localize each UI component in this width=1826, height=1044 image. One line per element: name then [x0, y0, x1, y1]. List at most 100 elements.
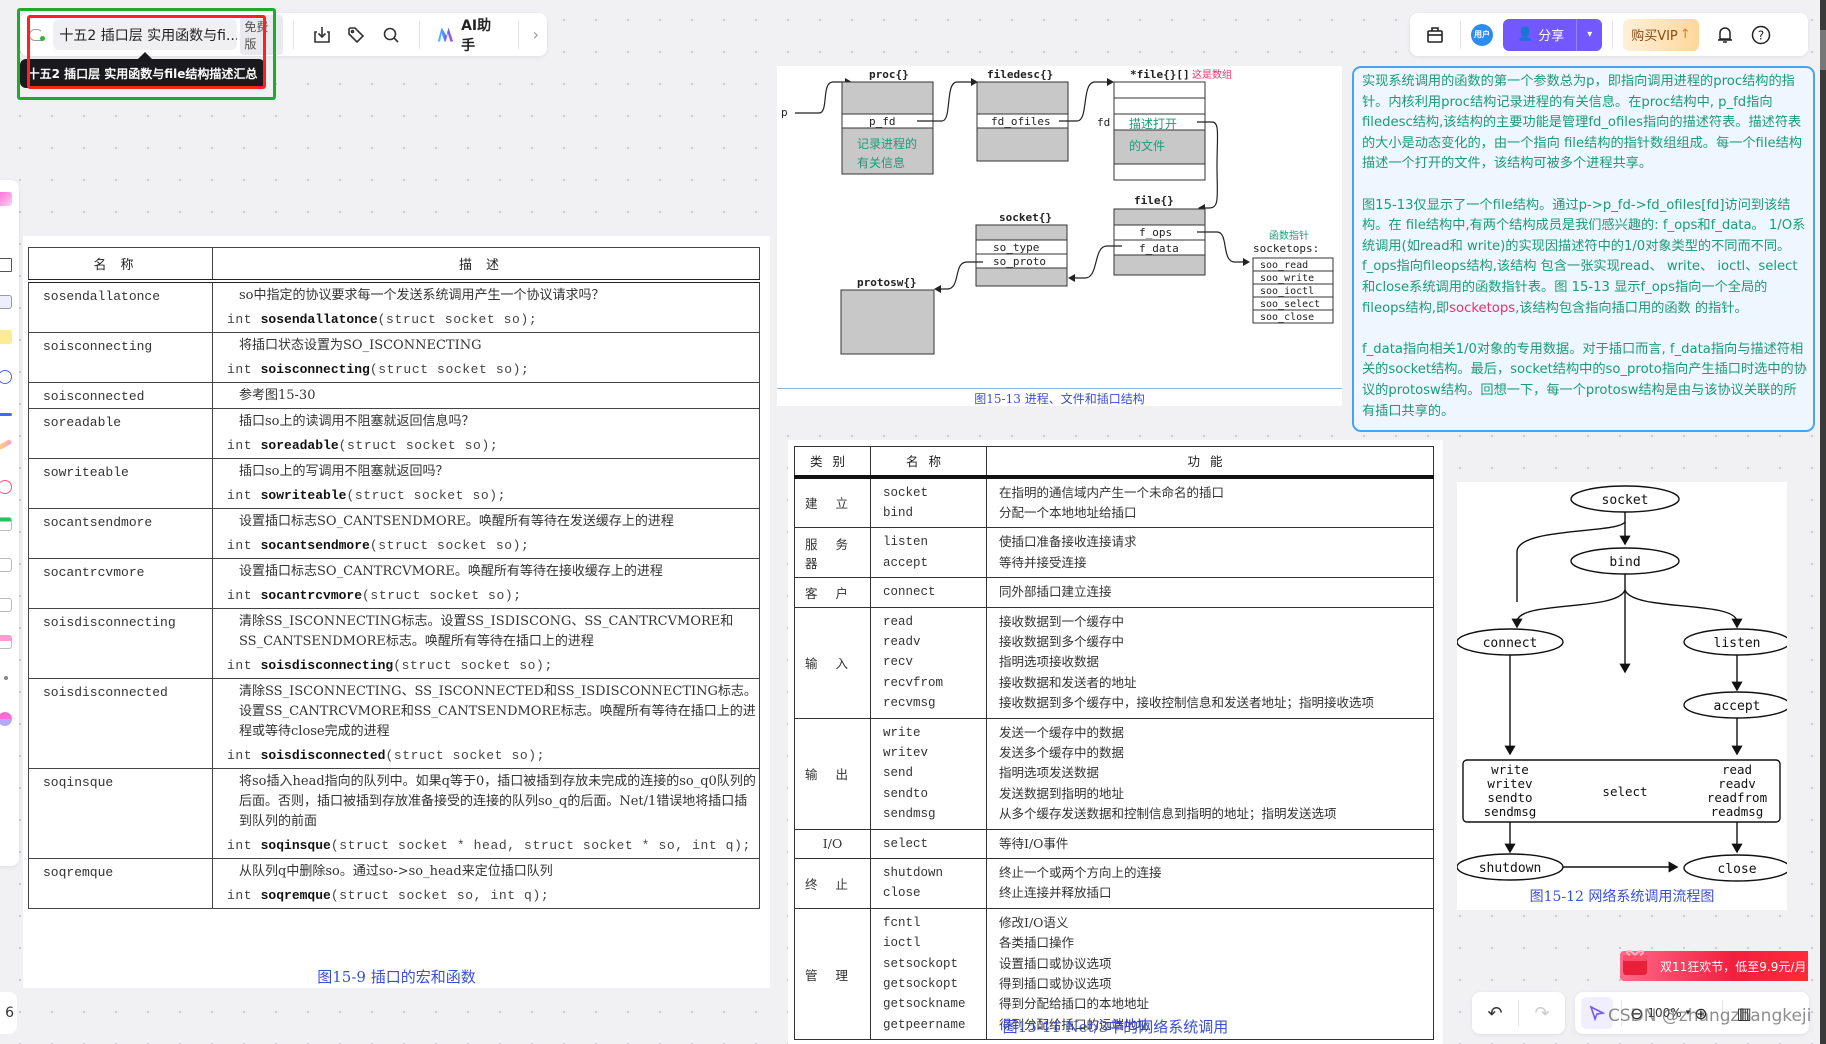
table-row: soisdisconnecting 清除SS_ISCONNECTING标志。设置S…: [28, 607, 760, 679]
watermark: CSDN @zhangzhangkeji: [1608, 1006, 1812, 1026]
category-cell: 输出: [794, 717, 871, 830]
note-paragraph-1: 实现系统调用的函数的第一个参数总为p，即指向调用进程的proc结构的指针。内核利…: [1362, 74, 1802, 172]
undo-icon[interactable]: ↶: [1472, 992, 1518, 1034]
table-row: sowriteable 插口so上的写调用不阻塞就返回吗？ int sowritea…: [28, 457, 760, 509]
table-row: soisconnecting 将插口状态设置为SO_ISCONNECTING int…: [28, 331, 760, 383]
search-icon[interactable]: [374, 17, 409, 53]
syscall-function: 接收数据到一个缓存中: [999, 613, 1125, 629]
node-listen: listen: [1714, 636, 1761, 651]
function-description: 插口so上的写调用不阻塞就返回吗？ int sowriteable(struct …: [212, 457, 760, 509]
table-row: socantrcvmore 设置插口标志SO_CANTRCVMORE。唤醒所有等待…: [28, 557, 760, 609]
help-icon[interactable]: ?: [1743, 17, 1779, 53]
proc-note-line2: 有关信息: [857, 155, 905, 170]
syscall-name: accept: [883, 555, 929, 570]
caption-15-9: 图15-9 插口的宏和函数: [317, 968, 476, 986]
col-header-function: 功能: [986, 446, 1434, 479]
table-row: 客户 connect 同外部插口建立连接: [794, 577, 1434, 608]
tag-icon[interactable]: [339, 17, 374, 53]
function-description: 插口so上的读调用不阻塞就返回信息吗？ int soreadable(struct…: [212, 407, 760, 459]
scrollbar-track[interactable]: [1820, 0, 1826, 1044]
vip-arrow-icon: ↑: [1679, 27, 1691, 42]
chevron-right-icon[interactable]: ›: [533, 25, 539, 44]
syscall-names-cell: write writev send sendto sendmsg: [870, 717, 987, 830]
templates-icon[interactable]: [0, 192, 12, 206]
table-row: soqremque 从队列q中删除so。通过so->so_head来定位插口队列 i…: [28, 857, 760, 909]
table-row: 终止 shutdown close 终止一个或两个方向上的连接 终止连接并释放插口: [794, 858, 1434, 909]
syscall-functions-cell: 接收数据到一个缓存中 接收数据到多个缓存中 指明选项接收数据 接收数据和发送者的地址接…: [986, 606, 1434, 719]
bell-icon[interactable]: [1707, 17, 1743, 53]
function-name: soisdisconnected: [28, 677, 213, 769]
list-icon[interactable]: [0, 598, 12, 612]
function-description: so中指定的协议要求每一个发送系统调用产生一个协议请求吗？ int sosenda…: [212, 280, 760, 333]
left-bottom-control[interactable]: 6: [0, 992, 17, 1034]
redo-icon[interactable]: ↷: [1519, 992, 1565, 1034]
function-name: sowriteable: [28, 457, 213, 509]
table-row: socantsendmore 设置插口标志SO_CANTSENDMORE。唤醒所有…: [28, 507, 760, 559]
document-icon[interactable]: [0, 558, 12, 572]
note-textbox[interactable]: 实现系统调用的函数的第一个参数总为p，即指向调用进程的proc结构的指针。内核利…: [1352, 66, 1815, 432]
chevron-down-icon[interactable]: ▾: [1576, 18, 1602, 51]
scrollbar-thumb[interactable]: [1820, 30, 1826, 70]
history-toolbar: ↶ ↷: [1472, 992, 1565, 1034]
syscall-name: listen: [883, 535, 929, 550]
node-output-call: sendto: [1487, 790, 1532, 805]
figure-15-12[interactable]: socket bind connect listen accept write w…: [1457, 482, 1787, 910]
download-icon[interactable]: [304, 17, 339, 53]
syscall-functions-cell: 使插口准备接收连接请求 等待并接受连接: [986, 527, 1434, 579]
share-user-icon: 👤: [1517, 27, 1534, 42]
ai-assistant-button[interactable]: AI助手: [430, 15, 512, 55]
syscall-name: fcntl: [883, 915, 921, 930]
mindmap-icon[interactable]: [0, 480, 12, 494]
note-paragraph-3: f_data指向相关1/0对象的专用数据。对于插口而言, f_data指向与描述…: [1362, 341, 1807, 419]
node-input-call: read: [1722, 762, 1752, 777]
col-header-name: 名称: [28, 247, 213, 283]
col-header-desc: 描述: [212, 247, 760, 283]
syscall-function: 修改I/O语义: [999, 914, 1069, 930]
label-so-proto: so_proto: [993, 255, 1046, 268]
category-cell: 终止: [794, 858, 871, 909]
toolbox-icon[interactable]: [1420, 17, 1450, 53]
description-text: 设置插口标志SO_CANTSENDMORE。唤醒所有等待在发送缓存上的进程: [239, 513, 674, 529]
syscall-function: 得到插口或协议选项: [999, 976, 1112, 992]
syscall-functions-cell: 等待I/O事件: [986, 828, 1434, 860]
share-button[interactable]: 👤 分享 ▾: [1503, 18, 1603, 51]
connector-icon[interactable]: [0, 413, 12, 416]
buy-vip-button[interactable]: 购买VIP ↑: [1623, 18, 1699, 51]
syscall-name: setsockopt: [883, 956, 959, 971]
node-input-call: readfrom: [1707, 790, 1767, 805]
more-tools-icon[interactable]: [4, 676, 8, 680]
plugins-icon[interactable]: [0, 712, 12, 726]
avatar[interactable]: 用户: [1471, 23, 1493, 46]
node-close: close: [1717, 862, 1756, 877]
table-15-11: 类别 名称 功能 建立 socket bind 在指明的通信域内产生一个未命名的插口分…: [794, 446, 1434, 1041]
figure-15-13[interactable]: p proc{} p_fd 记录进程的 有关信息 filedesc{} fd_o…: [777, 66, 1342, 406]
label-file-array: *file{}[]: [1130, 68, 1190, 81]
table-icon[interactable]: [0, 517, 12, 531]
pen-icon[interactable]: [0, 438, 13, 451]
label-socket: socket{}: [999, 211, 1052, 224]
shape-icon[interactable]: [0, 370, 12, 384]
syscall-functions-cell: 发送一个缓存中的数据 发送多个缓存中的数据 指明选项发送数据 发送数据到指明的地址 从多…: [986, 717, 1434, 830]
description-text: so中指定的协议要求每一个发送系统调用产生一个协议请求吗？: [239, 287, 605, 303]
toolbar-divider: [418, 20, 420, 49]
node-input-call: readv: [1718, 776, 1756, 791]
syscall-function: 指明选项发送数据: [999, 765, 1100, 781]
figure-15-12-svg: socket bind connect listen accept writew…: [1457, 485, 1787, 882]
sticky-note-icon[interactable]: [0, 330, 12, 344]
node-output-call: write: [1491, 762, 1529, 777]
syscall-name: socket: [883, 485, 929, 500]
text-icon[interactable]: [0, 295, 12, 309]
table-row: 建立 socket bind 在指明的通信域内产生一个未命名的插口 分配一个本地地址给插…: [794, 475, 1434, 529]
function-description: 从队列q中删除so。通过so->so_head来定位插口队列 int soqrem…: [212, 857, 760, 909]
frame-icon[interactable]: [0, 258, 12, 272]
description-text: 从队列q中删除so。通过so->so_head来定位插口队列: [239, 863, 553, 879]
category-cell: 建立: [794, 475, 871, 529]
function-prototype: int soreadable(struct socket so);: [227, 437, 499, 453]
card-icon[interactable]: [0, 635, 12, 649]
syscall-name: recv: [883, 655, 914, 670]
col-header-category: 类别: [794, 446, 871, 479]
label-protosw: protosw{}: [857, 276, 917, 289]
syscall-function: 等待I/O事件: [999, 835, 1069, 851]
syscall-name: close: [883, 886, 921, 901]
label-filedesc: filedesc{}: [987, 68, 1053, 81]
